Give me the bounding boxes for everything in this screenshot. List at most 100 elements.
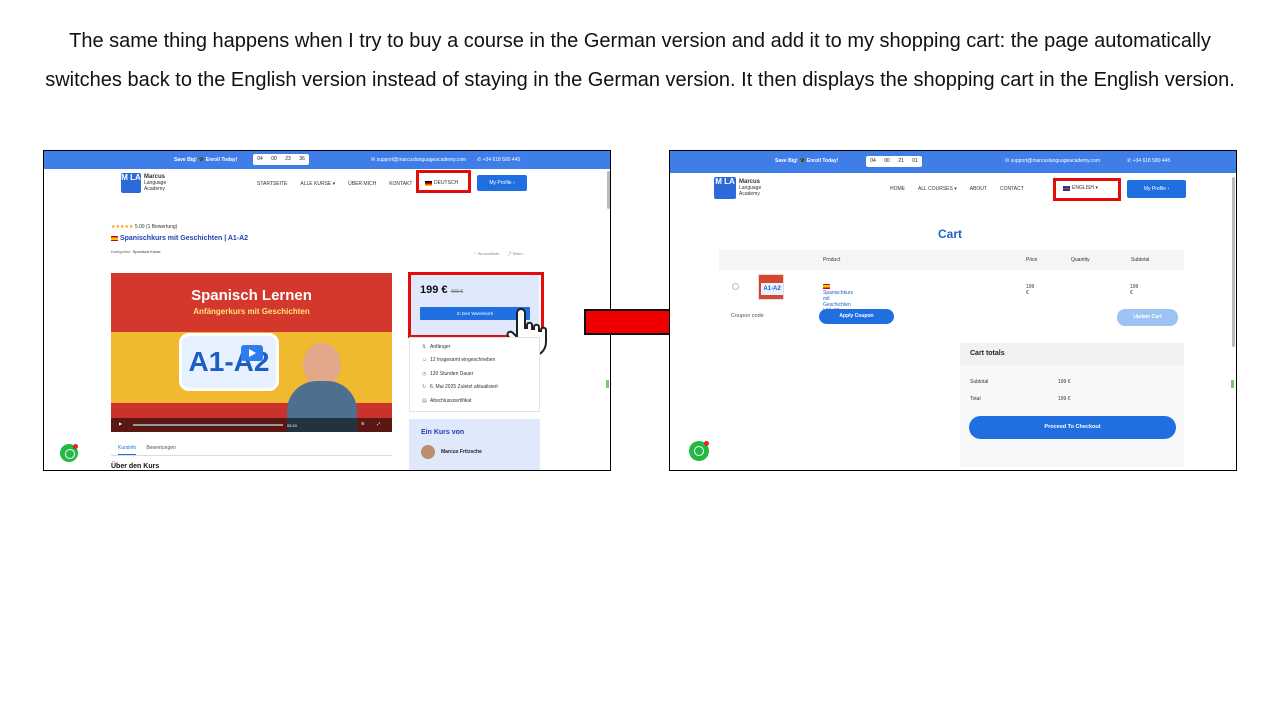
timer-seconds: 36 xyxy=(299,156,305,162)
rating-stars: ★★★★★ 5.00 (1 Bewertung) xyxy=(111,224,178,230)
certificate-icon: ▤ xyxy=(422,398,427,404)
main-nav: STARTSEITE ALLE KURSE ▾ ÜBER MICH KONTAK… xyxy=(257,181,412,187)
german-course-screenshot: Save Big! 🎓 Enroll Today! 04 00 23 36 ✉ … xyxy=(43,150,611,471)
timer-minutes: 21 xyxy=(898,158,904,164)
my-profile-button[interactable]: My Profile › xyxy=(1127,180,1186,198)
spanish-flag-icon xyxy=(823,284,830,290)
phone-number[interactable]: ✆ +34 618 580 445 xyxy=(1127,158,1170,164)
level-icon: ⇅ xyxy=(422,344,427,350)
site-logo[interactable]: M LA Marcus Language Academy xyxy=(121,173,166,193)
proceed-to-checkout-button[interactable]: Proceed To Checkout xyxy=(969,416,1176,439)
timer-hours: 00 xyxy=(271,156,277,162)
logo-line3: Academy xyxy=(739,191,760,197)
item-subtotal: 199 € xyxy=(1130,284,1139,296)
english-cart-screenshot: Save Big! 🎓 Enroll Today! 04 00 21 01 ✉ … xyxy=(669,150,1237,471)
tabs-divider xyxy=(111,455,392,456)
instructor-name[interactable]: Marcus Fritzsche xyxy=(441,449,482,455)
logo-line3: Academy xyxy=(144,186,165,192)
language-highlight-box xyxy=(416,170,471,193)
coupon-code-input[interactable]: Coupon code xyxy=(731,313,764,319)
support-email[interactable]: ✉ support@marcuslanguageacademy.com xyxy=(1005,158,1100,164)
video-subtitle: Anfängerkurs mit Geschichten xyxy=(193,307,310,316)
tab-bewertungen[interactable]: Bewertungen xyxy=(146,445,175,455)
section-title: Über den Kurs xyxy=(111,463,160,470)
my-profile-button[interactable]: My Profile › xyxy=(477,175,527,191)
nav-item-ueber-mich[interactable]: ÜBER MICH xyxy=(348,181,376,187)
language-highlight-box xyxy=(1053,178,1121,201)
category-link[interactable]: Spanisch Kurse xyxy=(133,249,161,254)
share-button[interactable]: ⤴ Teilen xyxy=(507,251,523,257)
header-product: Product xyxy=(823,257,841,263)
nav-item-startseite[interactable]: STARTSEITE xyxy=(257,181,287,187)
header-price: Price xyxy=(1026,257,1038,263)
play-control-icon[interactable]: ▶ xyxy=(119,421,122,426)
refresh-icon: ↻ xyxy=(422,384,427,390)
whatsapp-icon[interactable] xyxy=(689,441,709,461)
promo-topbar: Save Big! 🎓 Enroll Today! 04 00 23 36 ✉ … xyxy=(44,151,610,169)
course-meta-card: ⇅ Anfänger ☺ 12 Insgesamt eingeschrieben ◷… xyxy=(409,337,540,412)
timer-days: 04 xyxy=(257,156,263,162)
rating-count: (1 Bewertung) xyxy=(145,224,178,230)
nav-item-home[interactable]: HOME xyxy=(890,186,905,192)
side-widget-icon[interactable] xyxy=(606,380,609,388)
caption-text: The same thing happens when I try to buy… xyxy=(45,30,1235,91)
play-icon[interactable] xyxy=(241,345,263,361)
total-label: Total xyxy=(970,396,981,402)
instructor-card: Ein Kurs von Marcus Fritzsche xyxy=(409,419,540,470)
nav-item-kontakt[interactable]: KONTAKT xyxy=(389,181,412,187)
phone-number[interactable]: ✆ +34 618 580 445 xyxy=(477,157,520,163)
video-progress-bar[interactable] xyxy=(133,424,283,426)
header-subtotal: Subtotal xyxy=(1131,257,1150,263)
remove-item-icon[interactable] xyxy=(732,283,739,290)
meta-certificate: ▤ Abschlusszertifikat xyxy=(422,398,472,404)
logo-mark: M LA xyxy=(714,177,736,199)
whatsapp-icon[interactable] xyxy=(60,444,78,462)
scrollbar[interactable] xyxy=(607,171,610,209)
timer-days: 04 xyxy=(870,158,876,164)
spanish-flag-icon xyxy=(111,235,118,241)
video-controls: ▶ 05:20 ⚙ ⤢ xyxy=(111,418,392,432)
cart-totals-heading: Cart totals xyxy=(960,343,1184,365)
cart-title: Cart xyxy=(938,227,963,241)
update-cart-button[interactable]: Update Cart xyxy=(1117,309,1178,326)
course-video-player[interactable]: Spanisch Lernen Anfängerkurs mit Geschic… xyxy=(111,273,392,432)
video-level-bubble: A1-A2 xyxy=(179,333,279,391)
site-logo[interactable]: M LA Marcus Language Academy xyxy=(714,177,761,199)
nav-item-contact[interactable]: CONTACT xyxy=(1000,186,1024,192)
apply-coupon-button[interactable]: Apply Coupon xyxy=(819,309,894,324)
meta-updated: ↻ 6. Mai 2025 Zuletzt aktualisiert xyxy=(422,384,498,390)
nav-item-about[interactable]: ABOUT xyxy=(970,186,987,192)
meta-duration: ◷ 120 Stunden Dauer xyxy=(422,371,474,377)
students-icon: ☺ xyxy=(422,357,428,363)
header-quantity: Quantity xyxy=(1071,257,1090,263)
course-tabs: Kursinfo Bewertungen xyxy=(118,445,176,455)
course-actions: ♡ Wunschliste ⤴ Teilen xyxy=(473,251,523,257)
scrollbar[interactable] xyxy=(1232,177,1235,347)
rating-score: 5.00 xyxy=(134,224,145,230)
instructor-avatar xyxy=(421,445,435,459)
settings-icon[interactable]: ⚙ xyxy=(361,421,365,426)
side-widget-icon[interactable] xyxy=(1231,380,1234,388)
video-title: Spanisch Lernen xyxy=(191,287,312,304)
course-title: Spanischkurs mit Geschichten | A1-A2 xyxy=(111,235,248,242)
nav-item-all-courses[interactable]: ALL COURSES ▾ xyxy=(918,186,957,192)
countdown-timer: 04 00 23 36 xyxy=(253,154,309,165)
timer-hours: 00 xyxy=(884,158,890,164)
item-price: 199 € xyxy=(1026,284,1035,296)
subtotal-label: Subtotal xyxy=(970,379,989,385)
promo-text: Save Big! 🎓 Enroll Today! xyxy=(775,158,839,164)
tab-kursinfo[interactable]: Kursinfo xyxy=(118,445,137,455)
timer-seconds: 01 xyxy=(912,158,918,164)
clock-icon: ◷ xyxy=(422,371,427,377)
cart-table-header: Product Price Quantity Subtotal xyxy=(719,250,1184,270)
timer-minutes: 23 xyxy=(285,156,291,162)
support-email[interactable]: ✉ support@marcuslanguageacademy.com xyxy=(371,157,466,163)
meta-enrolled: ☺ 12 Insgesamt eingeschrieben xyxy=(422,357,496,363)
product-thumbnail[interactable]: A1-A2 xyxy=(758,274,784,300)
meta-level: ⇅ Anfänger xyxy=(422,344,451,350)
promo-topbar: Save Big! 🎓 Enroll Today! 04 00 21 01 ✉ … xyxy=(670,151,1236,173)
nav-item-alle-kurse[interactable]: ALLE KURSE ▾ xyxy=(300,181,335,187)
logo-mark: M LA xyxy=(121,173,141,193)
wishlist-button[interactable]: ♡ Wunschliste xyxy=(473,251,499,257)
fullscreen-icon[interactable]: ⤢ xyxy=(377,421,380,426)
